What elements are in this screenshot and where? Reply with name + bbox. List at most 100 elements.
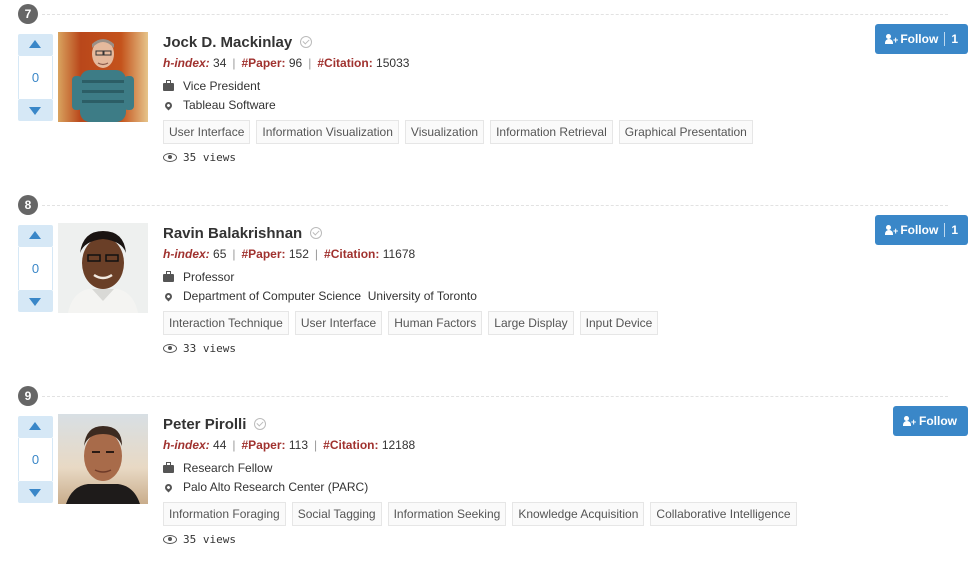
interest-tag[interactable]: Human Factors xyxy=(388,311,483,335)
position-text: Research Fellow xyxy=(183,461,273,475)
briefcase-icon xyxy=(163,271,174,282)
interest-tag[interactable]: Input Device xyxy=(579,311,659,335)
vote-up-icon xyxy=(29,40,41,48)
separator: | xyxy=(232,438,236,452)
follow-button[interactable]: + Follow xyxy=(893,406,968,436)
paper-value: 113 xyxy=(288,438,309,452)
interest-tag[interactable]: Large Display xyxy=(488,311,574,335)
follow-count: 1 xyxy=(951,32,958,46)
avatar[interactable] xyxy=(58,414,148,504)
name-row: Jock D. Mackinlay xyxy=(163,31,313,53)
follow-label: Follow xyxy=(900,32,939,46)
tag-list: Interaction Technique User Interface Hum… xyxy=(163,311,659,335)
rank-badge: 8 xyxy=(18,195,38,215)
vote-widget: 0 xyxy=(18,225,53,314)
vote-down-icon xyxy=(29,489,41,497)
interest-tag[interactable]: Collaborative Intelligence xyxy=(650,502,797,526)
vote-widget: 0 xyxy=(18,34,53,123)
scholar-name[interactable]: Ravin Balakrishnan xyxy=(163,225,302,242)
interest-tag[interactable]: Visualization xyxy=(404,120,485,144)
follow-separator xyxy=(944,32,946,46)
citation-label: #Citation: xyxy=(324,247,380,261)
paper-label: #Paper: xyxy=(241,438,286,452)
hindex-label: h-index: xyxy=(163,247,210,261)
hindex-label: h-index: xyxy=(163,56,210,70)
interest-tag[interactable]: User Interface xyxy=(294,311,383,335)
follow-label: Follow xyxy=(900,223,939,237)
metrics-row: h-index: 65 | #Paper: 152 | #Citation: 11678 xyxy=(163,247,415,261)
citation-label: #Citation: xyxy=(317,56,373,70)
map-marker-icon xyxy=(163,100,174,110)
interest-tag[interactable]: Information Visualization xyxy=(256,120,399,144)
divider xyxy=(42,14,948,15)
interest-tag[interactable]: Graphical Presentation xyxy=(618,120,753,144)
paper-value: 96 xyxy=(288,56,303,70)
vote-down-button[interactable] xyxy=(18,481,53,503)
position-row: Research Fellow xyxy=(163,461,272,475)
follow-separator xyxy=(944,223,946,237)
interest-tag[interactable]: User Interface xyxy=(163,120,251,144)
scholar-name[interactable]: Jock D. Mackinlay xyxy=(163,34,292,51)
organization-text: Palo Alto Research Center (PARC) xyxy=(183,480,369,494)
organization-row: Tableau Software xyxy=(163,98,276,112)
citation-value: 11678 xyxy=(382,247,416,261)
vote-down-button[interactable] xyxy=(18,99,53,121)
avatar[interactable] xyxy=(58,223,148,313)
scholar-name[interactable]: Peter Pirolli xyxy=(163,416,246,433)
user-plus-icon: + xyxy=(885,225,898,236)
vote-down-icon xyxy=(29,107,41,115)
interest-tag[interactable]: Information Seeking xyxy=(387,502,507,526)
separator: | xyxy=(232,247,236,261)
hindex-value: 65 xyxy=(213,247,227,261)
views-text: 33 views xyxy=(183,342,236,355)
organization-text: Tableau Software xyxy=(183,98,276,112)
hindex-value: 44 xyxy=(213,438,227,452)
user-plus-icon: + xyxy=(885,34,898,45)
vote-up-button[interactable] xyxy=(18,225,53,247)
vote-up-button[interactable] xyxy=(18,34,53,56)
eye-icon xyxy=(163,153,177,162)
name-row: Peter Pirolli xyxy=(163,413,267,435)
interest-tag[interactable]: Social Tagging xyxy=(291,502,382,526)
follow-button[interactable]: + Follow 1 xyxy=(875,24,968,54)
position-text: Vice President xyxy=(183,79,261,93)
interest-tag[interactable]: Knowledge Acquisition xyxy=(512,502,645,526)
vote-count: 0 xyxy=(18,438,53,481)
interest-tag[interactable]: Interaction Technique xyxy=(163,311,289,335)
divider xyxy=(42,396,948,397)
scholar-entry: 9 0 Peter Pirolli h-index: 44 | #Paper: … xyxy=(0,386,980,579)
vote-up-icon xyxy=(29,422,41,430)
metrics-row: h-index: 44 | #Paper: 113 | #Citation: 12188 xyxy=(163,438,415,452)
briefcase-icon xyxy=(163,462,174,473)
tag-list: User Interface Information Visualization… xyxy=(163,120,753,144)
position-text: Professor xyxy=(183,270,235,284)
eye-icon xyxy=(163,535,177,544)
separator: | xyxy=(308,56,312,70)
citation-value: 15033 xyxy=(376,56,410,70)
separator: | xyxy=(232,56,236,70)
organization-text: Department of Computer Science Universit… xyxy=(183,289,477,303)
views-row: 35 views xyxy=(163,151,236,164)
divider xyxy=(42,205,948,206)
organization-row: Palo Alto Research Center (PARC) xyxy=(163,480,368,494)
paper-label: #Paper: xyxy=(241,56,286,70)
hindex-label: h-index: xyxy=(163,438,210,452)
rank-badge: 7 xyxy=(18,4,38,24)
citation-label: #Citation: xyxy=(323,438,379,452)
interest-tag[interactable]: Information Retrieval xyxy=(490,120,613,144)
verified-check-icon xyxy=(310,227,323,239)
user-plus-icon: + xyxy=(903,416,916,427)
views-row: 33 views xyxy=(163,342,236,355)
metrics-row: h-index: 34 | #Paper: 96 | #Citation: 15033 xyxy=(163,56,409,70)
vote-down-icon xyxy=(29,298,41,306)
scholar-entry: 7 0 Jock D. Mackinlay h-index: 34 | #Pap… xyxy=(0,4,980,197)
follow-button[interactable]: + Follow 1 xyxy=(875,215,968,245)
rank-badge: 9 xyxy=(18,386,38,406)
verified-check-icon xyxy=(300,36,313,48)
interest-tag[interactable]: Information Foraging xyxy=(163,502,286,526)
separator: | xyxy=(314,438,318,452)
vote-up-button[interactable] xyxy=(18,416,53,438)
verified-check-icon xyxy=(254,418,267,430)
vote-down-button[interactable] xyxy=(18,290,53,312)
avatar[interactable] xyxy=(58,32,148,122)
